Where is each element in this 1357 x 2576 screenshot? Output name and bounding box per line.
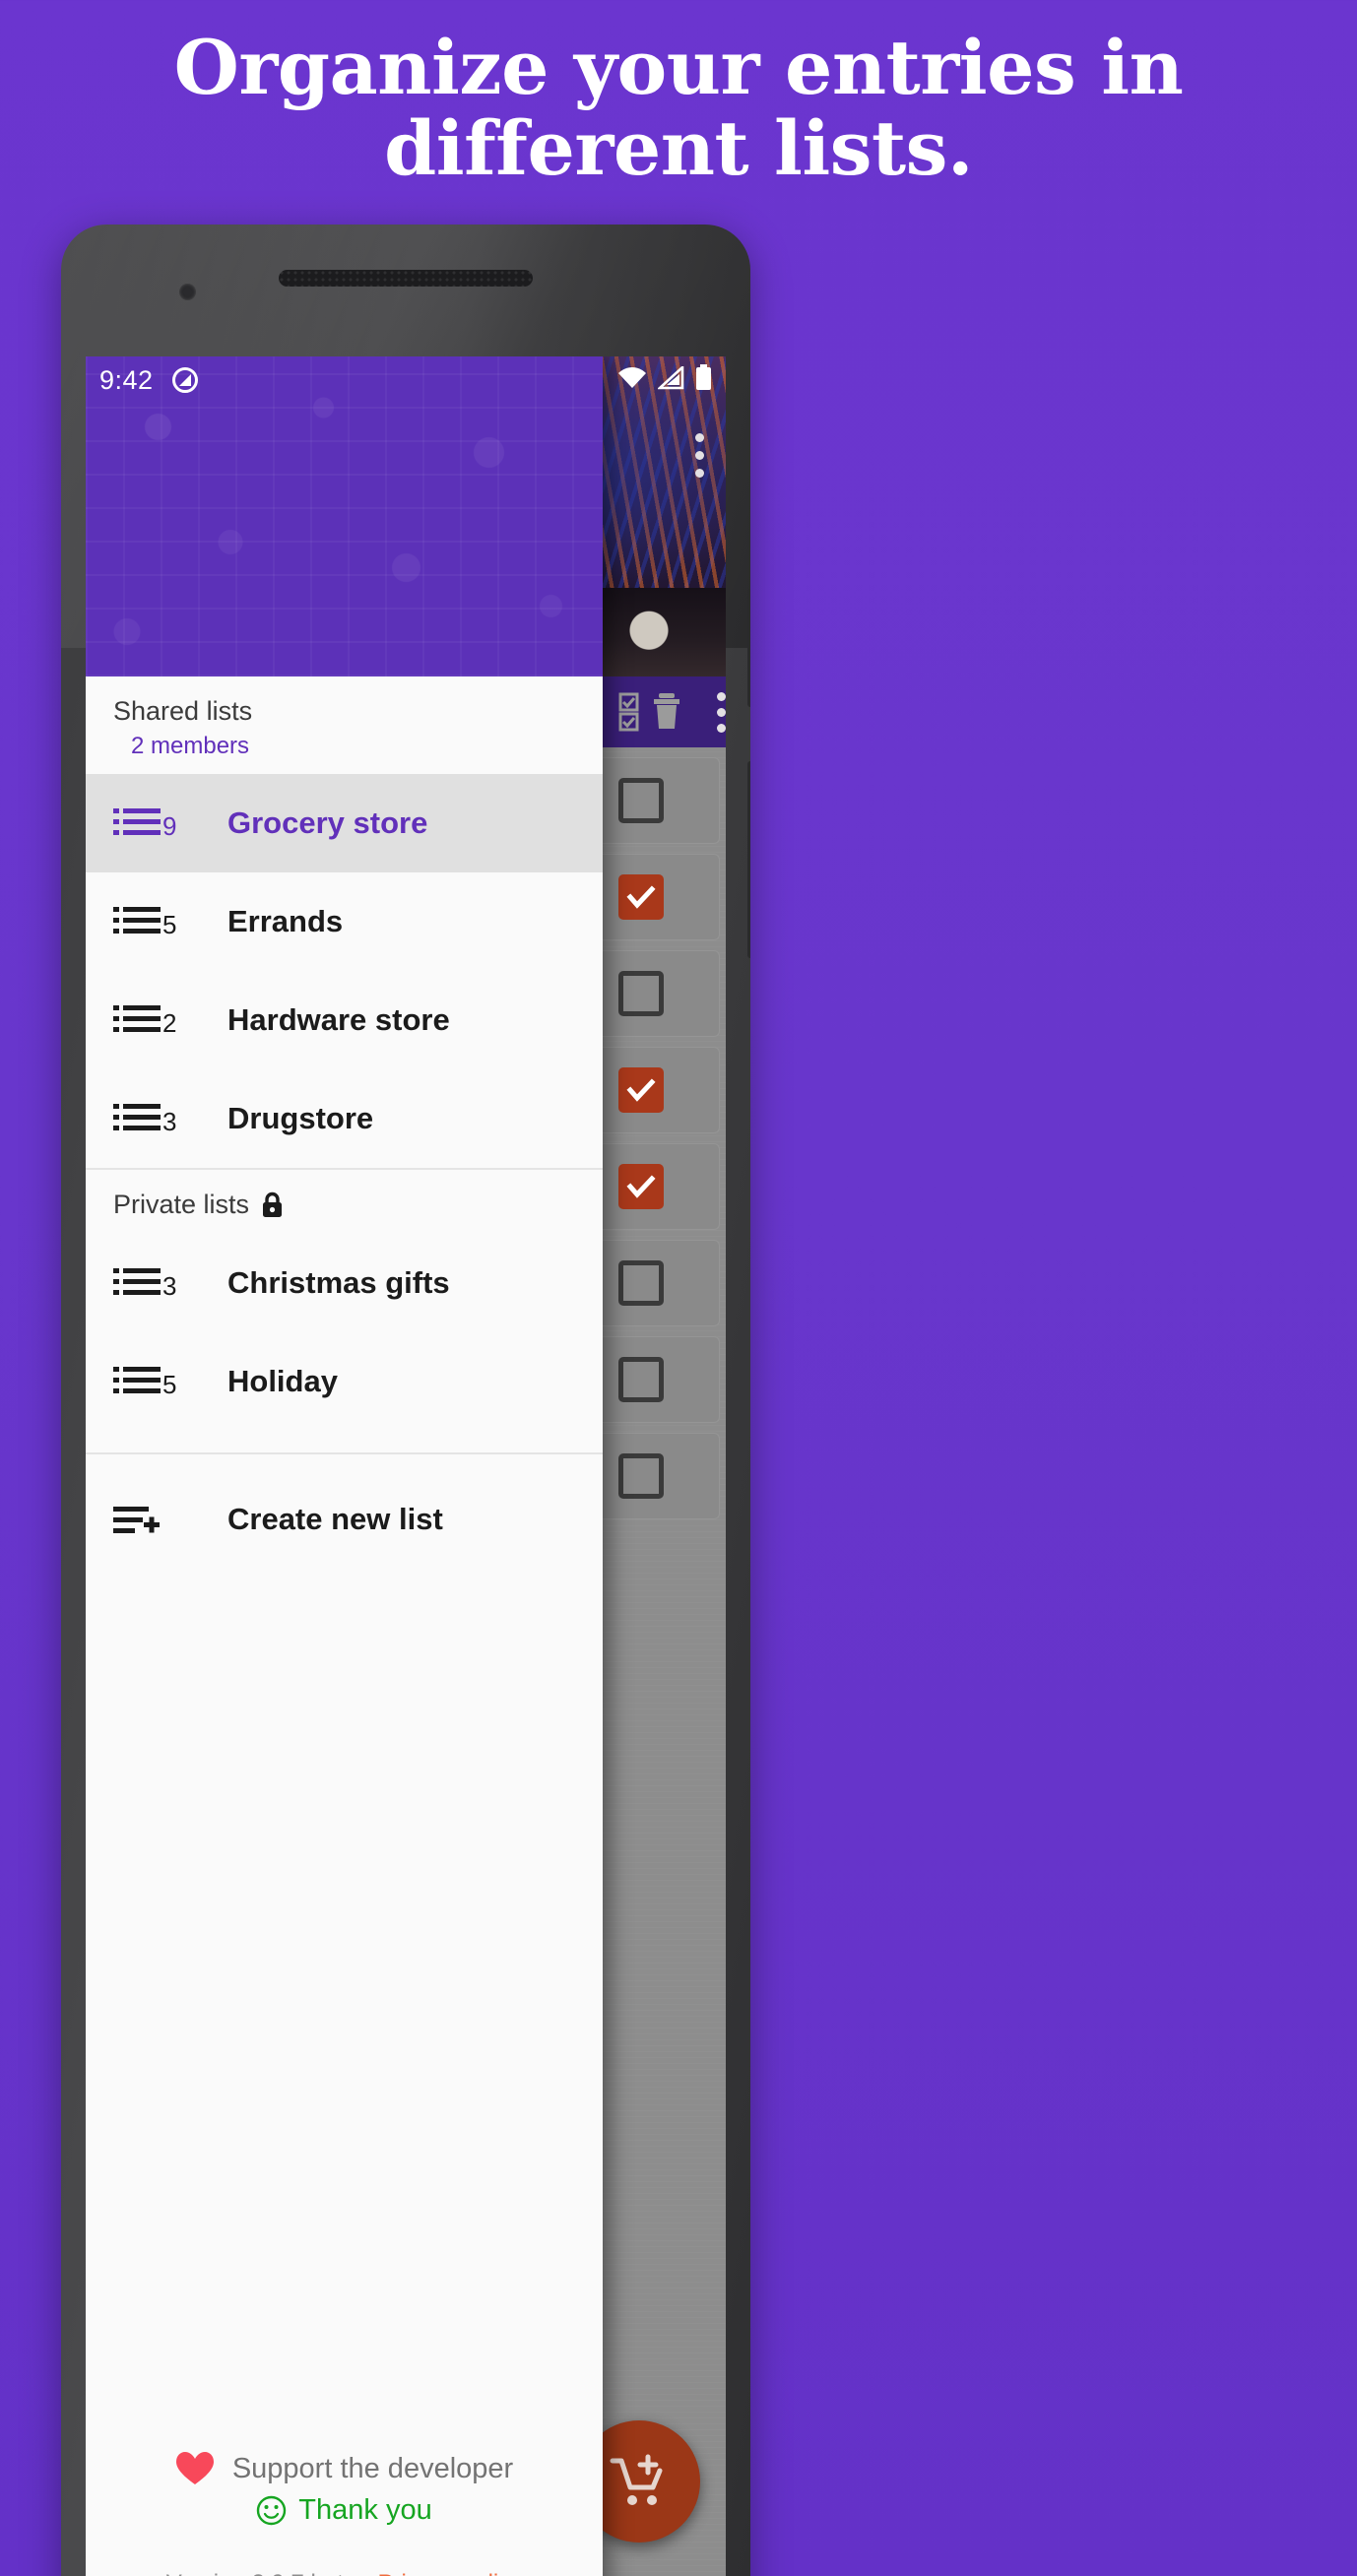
sidebar-item-label: Holiday [227,1364,338,1398]
sidebar-item-hardware-store[interactable]: 2 Hardware store [86,971,603,1069]
phone-volume-button [747,761,750,958]
status-bar: 9:42 [86,356,726,404]
overflow-dot [717,691,726,701]
list-item-count: 3 [162,1107,177,1136]
overflow-dot [695,433,704,442]
create-new-list-button[interactable]: Create new list [86,1470,603,1569]
list-item-count: 3 [162,1271,177,1301]
sidebar-item-christmas-gifts[interactable]: 3 Christmas gifts [86,1234,603,1332]
headline-line-2: different lists. [384,104,973,193]
entry-checkbox[interactable] [618,971,664,1016]
signal-icon [656,363,684,395]
list-icon-wrap: 9 [113,806,204,840]
sidebar-item-holiday[interactable]: 5 Holiday [86,1332,603,1431]
phone-power-button [747,589,750,707]
list-icon-wrap: 2 [113,1003,204,1037]
shared-lists-title: Shared lists [113,696,253,726]
phone-earpiece-speaker [279,270,533,287]
drawer-divider [86,1452,603,1454]
sidebar-item-label: Errands [227,904,344,938]
status-bar-clock: 9:42 [99,364,154,395]
privacy-policy-link[interactable]: Privacy policy [378,2570,523,2576]
support-developer-button[interactable]: Support the developer [86,2451,603,2486]
drawer-header-pattern [86,356,603,676]
create-new-list-label: Create new list [227,1502,443,1536]
entry-checkbox[interactable] [618,874,664,920]
phone-front-camera [179,284,196,300]
status-bar-icons [617,363,712,396]
list-icon [113,1102,161,1135]
list-icon [113,1266,161,1300]
overflow-menu-icon[interactable] [695,433,704,478]
wifi-icon [617,366,647,395]
lock-icon [261,1191,284,1218]
private-lists-title: Private lists [113,1190,603,1220]
sidebar-item-drugstore[interactable]: 3 Drugstore [86,1069,603,1168]
list-icon [113,1003,161,1037]
list-icon [113,905,161,938]
list-add-icon-wrap [113,1503,204,1536]
list-icon [113,806,161,840]
shared-lists-members[interactable]: 2 members [113,733,603,760]
smiley-icon [256,2495,287,2526]
version-text: Version 2.9.7.beta - [166,2570,378,2576]
overflow-dot [695,451,704,460]
overflow-dot [717,707,726,717]
phone-mockup: Shared lists 2 members 9 Grocery store 5… [61,225,750,2576]
list-item-count: 9 [162,811,177,841]
sidebar-item-label: Christmas gifts [227,1265,450,1300]
navigation-drawer: Shared lists 2 members 9 Grocery store 5… [86,356,603,2576]
check-delete-icon[interactable] [618,690,683,734]
list-icon-wrap: 5 [113,1365,204,1398]
thank-you-row[interactable]: Thank you [86,2494,603,2527]
list-icon-wrap: 5 [113,905,204,938]
entry-checkbox[interactable] [618,1067,664,1113]
list-add-icon [113,1503,161,1536]
entry-checkbox[interactable] [618,1164,664,1209]
thank-you-label: Thank you [298,2494,432,2526]
entry-checkbox[interactable] [618,1453,664,1499]
entry-checkbox[interactable] [618,1260,664,1306]
sidebar-item-errands[interactable]: 5 Errands [86,872,603,971]
entry-checkbox[interactable] [618,1357,664,1402]
support-developer-label: Support the developer [231,2452,514,2484]
add-to-cart-icon [610,2454,663,2505]
sidebar-item-label: Grocery store [227,805,428,840]
promo-headline: Organize your entries in different lists… [0,24,1357,193]
heart-icon [175,2451,215,2486]
do-not-disturb-icon [171,366,199,394]
list-item-count: 5 [162,1370,177,1399]
private-lists-section-header: Private lists [86,1170,603,1234]
version-line: Version 2.9.7.beta - Privacy policy [86,2570,603,2576]
toolbar-overflow-menu-icon[interactable] [717,691,726,733]
entry-checkbox[interactable] [618,778,664,823]
sidebar-item-grocery-store[interactable]: 9 Grocery store [86,774,603,872]
phone-screen: Shared lists 2 members 9 Grocery store 5… [86,356,726,2576]
overflow-dot [695,469,704,478]
battery-icon [695,364,712,396]
shared-lists-section-header: Shared lists 2 members [86,676,603,774]
headline-line-1: Organize your entries in [173,24,1184,111]
list-icon-wrap: 3 [113,1266,204,1300]
list-item-count: 5 [162,910,177,939]
list-icon-wrap: 3 [113,1102,204,1135]
overflow-dot [717,723,726,733]
list-item-count: 2 [162,1008,177,1038]
sidebar-item-label: Hardware store [227,1002,450,1037]
drawer-footer: Support the developer Thank you Vers [86,2451,603,2576]
list-icon [113,1365,161,1398]
private-lists-label: Private lists [113,1190,250,1219]
sidebar-item-label: Drugstore [227,1101,374,1135]
